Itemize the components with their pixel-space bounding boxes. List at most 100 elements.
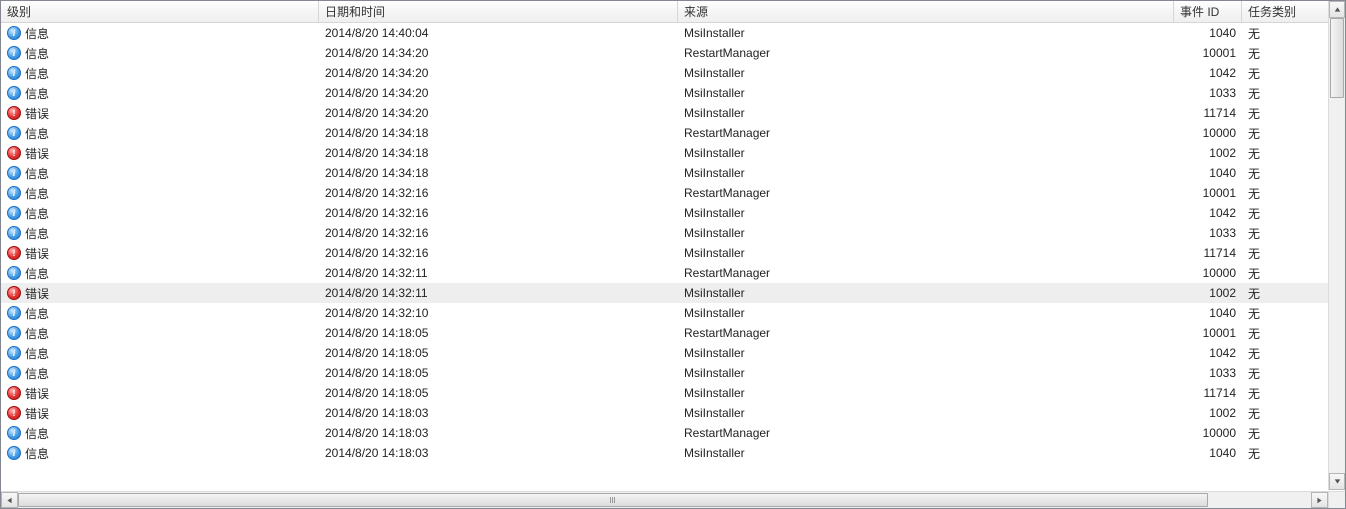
info-icon — [7, 326, 21, 340]
horizontal-scroll-thumb[interactable] — [18, 493, 1208, 507]
table-row[interactable]: 信息2014/8/20 14:18:05MsiInstaller1042无 — [1, 343, 1328, 363]
cell-source: RestartManager — [678, 326, 1174, 340]
error-icon — [7, 246, 21, 260]
cell-date: 2014/8/20 14:34:20 — [319, 86, 678, 100]
scrollbar-corner — [1328, 491, 1345, 508]
cell-level: 信息 — [1, 85, 319, 102]
cell-level: 错误 — [1, 245, 319, 262]
cell-eventid: 1042 — [1174, 346, 1242, 360]
cell-level: 信息 — [1, 45, 319, 62]
cell-task: 无 — [1242, 205, 1328, 222]
column-header-level[interactable]: 级别 — [1, 1, 319, 22]
cell-level: 信息 — [1, 265, 319, 282]
cell-source: MsiInstaller — [678, 446, 1174, 460]
cell-eventid: 11714 — [1174, 106, 1242, 120]
info-icon — [7, 186, 21, 200]
table-row[interactable]: 错误2014/8/20 14:32:11MsiInstaller1002无 — [1, 283, 1328, 303]
level-label: 信息 — [25, 305, 49, 322]
level-label: 错误 — [25, 105, 49, 122]
level-label: 错误 — [25, 385, 49, 402]
column-header-eventid[interactable]: 事件 ID — [1174, 1, 1242, 22]
info-icon — [7, 66, 21, 80]
info-icon — [7, 306, 21, 320]
level-label: 信息 — [25, 445, 49, 462]
cell-date: 2014/8/20 14:34:20 — [319, 106, 678, 120]
scroll-up-button[interactable] — [1329, 1, 1345, 18]
cell-level: 信息 — [1, 185, 319, 202]
table-row[interactable]: 错误2014/8/20 14:32:16MsiInstaller11714无 — [1, 243, 1328, 263]
cell-source: MsiInstaller — [678, 206, 1174, 220]
cell-eventid: 1040 — [1174, 446, 1242, 460]
table-row[interactable]: 信息2014/8/20 14:34:18RestartManager10000无 — [1, 123, 1328, 143]
table-row[interactable]: 信息2014/8/20 14:34:20MsiInstaller1033无 — [1, 83, 1328, 103]
level-label: 信息 — [25, 325, 49, 342]
error-icon — [7, 386, 21, 400]
table-row[interactable]: 错误2014/8/20 14:34:20MsiInstaller11714无 — [1, 103, 1328, 123]
table-row[interactable]: 信息2014/8/20 14:32:10MsiInstaller1040无 — [1, 303, 1328, 323]
cell-source: RestartManager — [678, 126, 1174, 140]
cell-date: 2014/8/20 14:18:05 — [319, 366, 678, 380]
cell-eventid: 11714 — [1174, 386, 1242, 400]
table-row[interactable]: 错误2014/8/20 14:18:05MsiInstaller11714无 — [1, 383, 1328, 403]
info-icon — [7, 366, 21, 380]
vertical-scrollbar[interactable] — [1328, 1, 1345, 490]
scroll-right-button[interactable] — [1311, 492, 1328, 508]
cell-source: RestartManager — [678, 46, 1174, 60]
level-label: 信息 — [25, 125, 49, 142]
level-label: 信息 — [25, 225, 49, 242]
level-label: 信息 — [25, 185, 49, 202]
table-row[interactable]: 信息2014/8/20 14:32:16MsiInstaller1042无 — [1, 203, 1328, 223]
error-icon — [7, 406, 21, 420]
info-icon — [7, 426, 21, 440]
table-row[interactable]: 信息2014/8/20 14:18:05MsiInstaller1033无 — [1, 363, 1328, 383]
horizontal-scroll-track[interactable] — [18, 492, 1311, 508]
info-icon — [7, 126, 21, 140]
table-row[interactable]: 信息2014/8/20 14:18:03RestartManager10000无 — [1, 423, 1328, 443]
column-header-date[interactable]: 日期和时间 — [319, 1, 678, 22]
cell-task: 无 — [1242, 385, 1328, 402]
table-row[interactable]: 信息2014/8/20 14:32:16RestartManager10001无 — [1, 183, 1328, 203]
cell-source: MsiInstaller — [678, 226, 1174, 240]
table-row[interactable]: 错误2014/8/20 14:18:03MsiInstaller1002无 — [1, 403, 1328, 423]
cell-task: 无 — [1242, 225, 1328, 242]
table-row[interactable]: 信息2014/8/20 14:32:16MsiInstaller1033无 — [1, 223, 1328, 243]
rows-container: 信息2014/8/20 14:40:04MsiInstaller1040无信息2… — [1, 23, 1328, 463]
cell-date: 2014/8/20 14:18:03 — [319, 406, 678, 420]
cell-eventid: 1042 — [1174, 66, 1242, 80]
table-row[interactable]: 信息2014/8/20 14:34:20MsiInstaller1042无 — [1, 63, 1328, 83]
info-icon — [7, 166, 21, 180]
cell-eventid: 1033 — [1174, 86, 1242, 100]
table-row[interactable]: 信息2014/8/20 14:34:20RestartManager10001无 — [1, 43, 1328, 63]
scroll-left-button[interactable] — [1, 492, 18, 508]
cell-eventid: 1042 — [1174, 206, 1242, 220]
table-row[interactable]: 信息2014/8/20 14:32:11RestartManager10000无 — [1, 263, 1328, 283]
cell-level: 信息 — [1, 345, 319, 362]
table-row[interactable]: 错误2014/8/20 14:34:18MsiInstaller1002无 — [1, 143, 1328, 163]
cell-task: 无 — [1242, 405, 1328, 422]
cell-task: 无 — [1242, 265, 1328, 282]
table-row[interactable]: 信息2014/8/20 14:18:05RestartManager10001无 — [1, 323, 1328, 343]
info-icon — [7, 266, 21, 280]
vertical-scroll-track[interactable] — [1329, 18, 1345, 473]
cell-level: 信息 — [1, 445, 319, 462]
level-label: 错误 — [25, 145, 49, 162]
horizontal-scrollbar[interactable] — [1, 491, 1328, 508]
table-row[interactable]: 信息2014/8/20 14:18:03MsiInstaller1040无 — [1, 443, 1328, 463]
cell-task: 无 — [1242, 185, 1328, 202]
vertical-scroll-thumb[interactable] — [1330, 18, 1344, 98]
cell-task: 无 — [1242, 365, 1328, 382]
cell-source: MsiInstaller — [678, 286, 1174, 300]
scroll-down-button[interactable] — [1329, 473, 1345, 490]
cell-source: RestartManager — [678, 266, 1174, 280]
cell-date: 2014/8/20 14:18:03 — [319, 446, 678, 460]
cell-date: 2014/8/20 14:40:04 — [319, 26, 678, 40]
column-header-source[interactable]: 来源 — [678, 1, 1174, 22]
column-header-task[interactable]: 任务类别 — [1242, 1, 1328, 22]
cell-source: RestartManager — [678, 186, 1174, 200]
cell-source: MsiInstaller — [678, 386, 1174, 400]
cell-source: MsiInstaller — [678, 146, 1174, 160]
table-row[interactable]: 信息2014/8/20 14:40:04MsiInstaller1040无 — [1, 23, 1328, 43]
cell-date: 2014/8/20 14:34:18 — [319, 146, 678, 160]
table-row[interactable]: 信息2014/8/20 14:34:18MsiInstaller1040无 — [1, 163, 1328, 183]
cell-level: 信息 — [1, 65, 319, 82]
